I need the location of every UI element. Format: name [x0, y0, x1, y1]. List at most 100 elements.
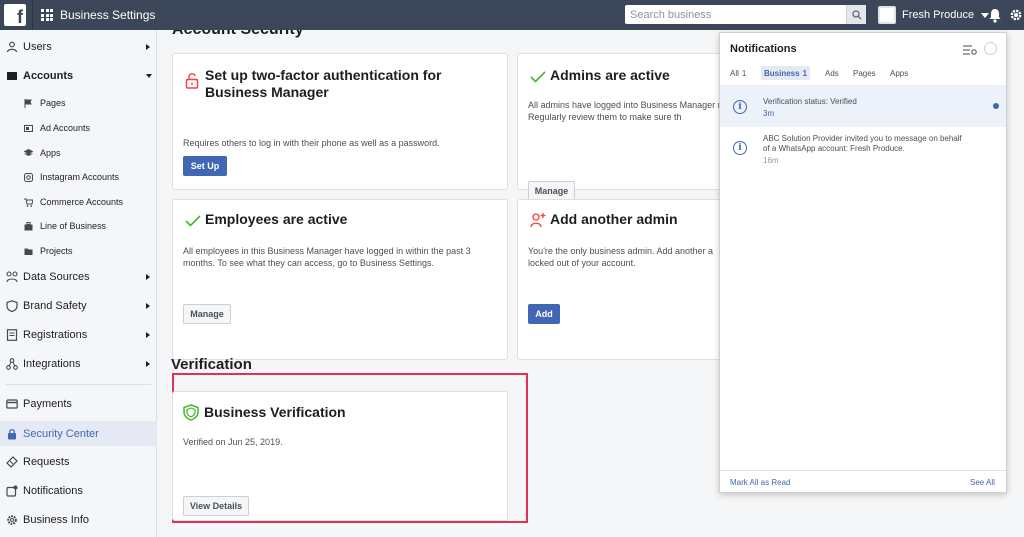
lock-icon: [6, 428, 18, 440]
view-details-button[interactable]: View Details: [183, 496, 249, 516]
tab-label: Business: [764, 68, 800, 78]
sidebar-item-commerce-accounts[interactable]: Commerce Accounts: [0, 190, 157, 214]
checkmark-icon: [530, 71, 546, 83]
search-button[interactable]: [846, 5, 866, 24]
shield-icon: [6, 300, 18, 312]
notification-text: Verification status: Verified: [763, 97, 857, 106]
notifications-title: Notifications: [730, 43, 797, 55]
add-admin-card: Add another admin You're the only busine…: [517, 199, 753, 360]
admins-active-title: Admins are active: [550, 67, 670, 83]
tab-label: All: [730, 68, 739, 78]
chevron-right-icon: [146, 303, 150, 309]
app-title[interactable]: Business Settings: [60, 8, 155, 22]
verification-heading: Verification: [171, 356, 252, 373]
sidebar-item-notifications[interactable]: Notifications: [0, 479, 157, 503]
tab-count: 1: [741, 68, 747, 78]
sidebar-item-label: Security Center: [23, 427, 99, 440]
mark-all-as-read-link[interactable]: Mark All as Read: [730, 478, 790, 487]
employees-active-title: Employees are active: [205, 211, 348, 227]
chevron-right-icon: [146, 44, 150, 50]
integrations-icon: [6, 358, 18, 370]
unlock-icon: [185, 73, 199, 89]
facebook-logo[interactable]: f: [4, 4, 26, 26]
top-bar: f Business Settings Fresh Produce: [0, 0, 1024, 30]
sidebar-item-apps[interactable]: Apps: [0, 141, 157, 165]
see-all-link[interactable]: See All: [970, 478, 995, 487]
chevron-down-icon: [146, 74, 152, 78]
filter-settings-icon[interactable]: [963, 44, 977, 56]
tab-pages[interactable]: Pages: [853, 66, 876, 80]
chevron-right-icon: [146, 274, 150, 280]
sidebar-item-requests[interactable]: Requests: [0, 450, 157, 474]
tab-apps[interactable]: Apps: [890, 66, 908, 80]
notification-item[interactable]: i Verification status: Verified 3m: [720, 85, 1006, 127]
sidebar-item-registrations[interactable]: Registrations: [0, 323, 157, 347]
sidebar-item-label: Requests: [23, 456, 70, 468]
sidebar-item-integrations[interactable]: Integrations: [0, 352, 157, 376]
sidebar-item-label: Integrations: [23, 358, 81, 370]
sidebar-item-accounts[interactable]: Accounts: [0, 64, 157, 88]
notification-time: 3m: [763, 109, 775, 118]
settings-button[interactable]: [1008, 5, 1024, 25]
cart-icon: [24, 198, 33, 207]
sidebar-item-security-center[interactable]: Security Center: [0, 421, 157, 446]
checkmark-icon: [185, 215, 201, 227]
manage-admins-button[interactable]: Manage: [528, 181, 575, 201]
registrations-icon: [6, 329, 18, 341]
search-input[interactable]: [625, 6, 846, 23]
add-admin-button[interactable]: Add: [528, 304, 560, 324]
two-factor-title: Set up two-factor authentication for Bus…: [205, 67, 442, 100]
two-factor-description: Requires others to log in with their pho…: [183, 138, 440, 148]
info-icon: i: [733, 141, 747, 155]
business-verification-card: Business Verification Verified on Jun 25…: [172, 391, 508, 521]
gear-icon: [6, 514, 18, 526]
sidebar-item-projects[interactable]: Projects: [0, 239, 157, 263]
account-switcher[interactable]: Fresh Produce: [878, 5, 990, 25]
grid-menu-icon[interactable]: [41, 9, 53, 21]
sidebar-item-label: Payments: [23, 398, 72, 410]
sidebar-item-label: Notifications: [23, 485, 83, 497]
notification-time: 16m: [763, 156, 779, 165]
admins-active-card: Admins are active All admins have logged…: [517, 53, 753, 201]
sidebar-item-line-of-business[interactable]: Line of Business: [0, 214, 157, 238]
flag-icon: [24, 98, 33, 108]
gear-icon: [1010, 9, 1022, 21]
search-icon: [851, 9, 861, 19]
set-up-button[interactable]: Set Up: [183, 156, 227, 176]
notification-item[interactable]: i ABC Solution Provider invited you to m…: [720, 129, 1006, 169]
sidebar-item-business-info[interactable]: Business Info: [0, 508, 157, 532]
topbar-divider: [32, 0, 33, 30]
manage-employees-button[interactable]: Manage: [183, 304, 231, 324]
tab-ads[interactable]: Ads: [825, 66, 839, 80]
verified-shield-icon: [183, 404, 199, 421]
sidebar-item-ad-accounts[interactable]: Ad Accounts: [0, 116, 157, 140]
sidebar-item-instagram-accounts[interactable]: Instagram Accounts: [0, 165, 157, 189]
sidebar-item-pages[interactable]: Pages: [0, 91, 157, 115]
sidebar-item-label: Business Info: [23, 514, 90, 526]
tab-all[interactable]: All 1: [730, 66, 746, 80]
notification-text: ABC Solution Provider invited you to mes…: [763, 134, 962, 153]
employees-active-card: Employees are active All employees in th…: [172, 199, 508, 360]
sidebar-item-label: Registrations: [23, 329, 88, 341]
chevron-right-icon: [146, 332, 150, 338]
instagram-icon: [24, 172, 33, 182]
tab-label: Ads: [825, 68, 839, 78]
account-thumbnail: [878, 6, 896, 24]
add-person-icon: [530, 213, 546, 228]
sidebar-item-users[interactable]: Users: [0, 35, 157, 59]
tab-business[interactable]: Business 1: [761, 66, 811, 80]
search-box: [625, 5, 866, 24]
sidebar-item-label: Projects: [40, 246, 73, 256]
sidebar-item-label: Line of Business: [40, 221, 107, 231]
business-verification-date: Verified on Jun 25, 2019.: [183, 437, 283, 447]
sidebar-item-payments[interactable]: Payments: [0, 392, 157, 416]
sidebar-item-label: Users: [23, 41, 52, 53]
two-factor-card: Set up two-factor authentication for Bus…: [172, 53, 508, 190]
sidebar-item-label: Brand Safety: [23, 300, 87, 312]
folder-icon: [24, 247, 33, 256]
sidebar-item-label: Data Sources: [23, 271, 90, 283]
sidebar-item-brand-safety[interactable]: Brand Safety: [0, 294, 157, 318]
sidebar-item-data-sources[interactable]: Data Sources: [0, 265, 157, 289]
notifications-bell-button[interactable]: [985, 5, 1005, 25]
tab-label: Apps: [890, 68, 909, 78]
